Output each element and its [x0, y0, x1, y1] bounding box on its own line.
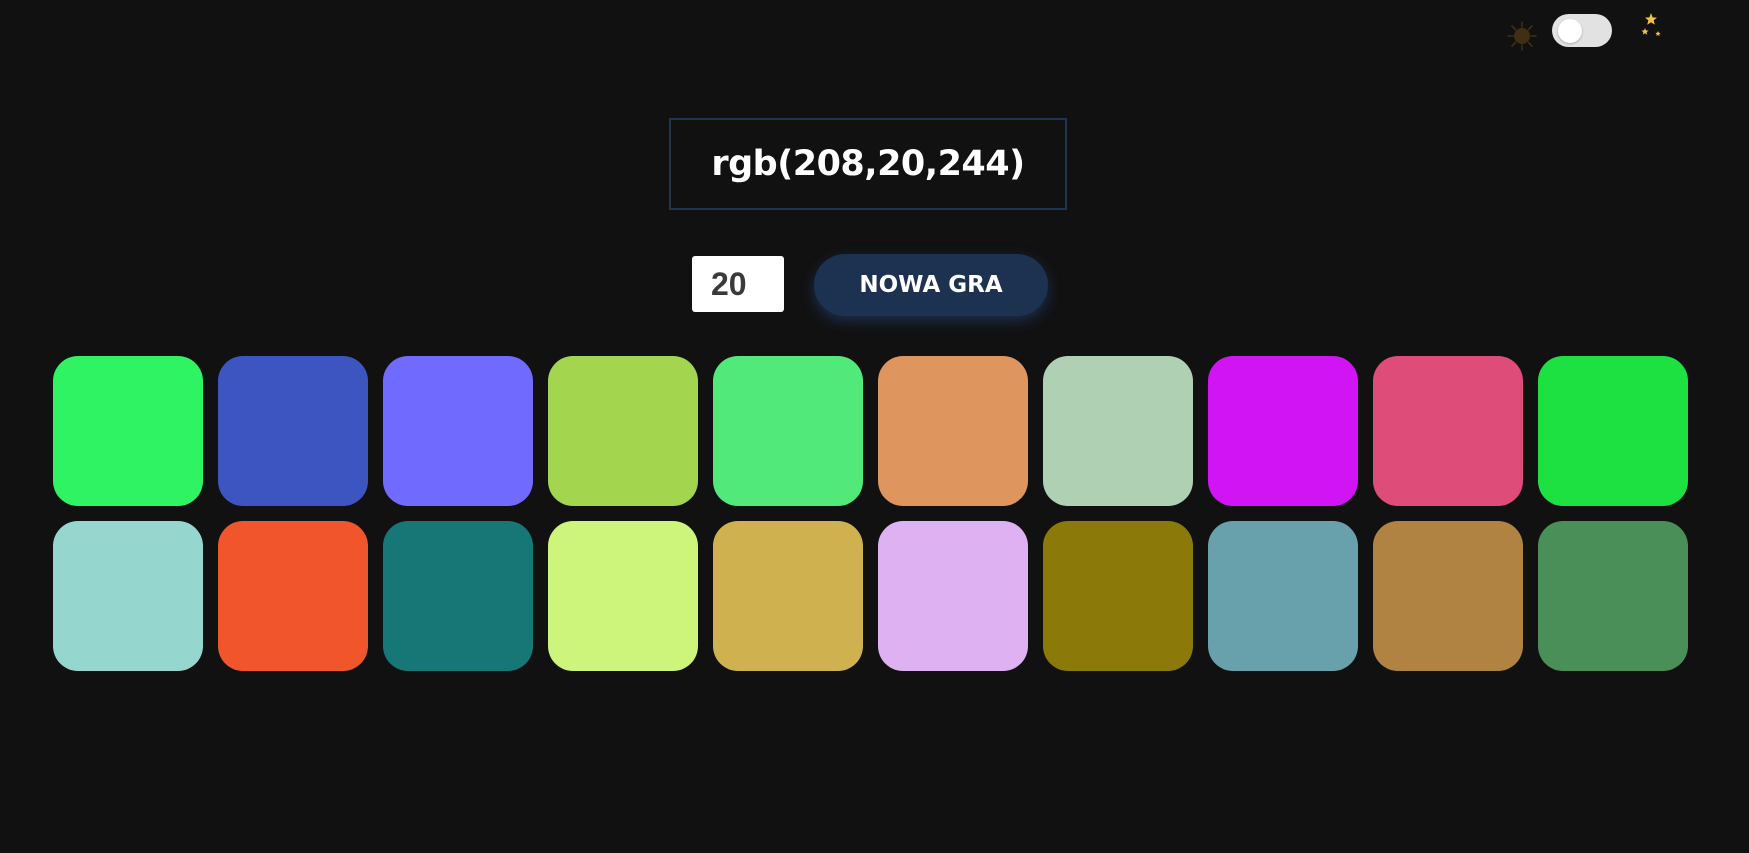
color-swatch-grid	[53, 356, 1688, 671]
color-swatch[interactable]	[878, 521, 1028, 671]
color-swatch[interactable]	[1208, 521, 1358, 671]
color-swatch[interactable]	[713, 356, 863, 506]
moon-stars-icon	[1624, 11, 1664, 53]
color-swatch[interactable]	[548, 521, 698, 671]
target-color-display: rgb(208,20,244)	[669, 118, 1067, 210]
color-swatch[interactable]	[1538, 356, 1688, 506]
color-swatch[interactable]	[548, 356, 698, 506]
new-game-button[interactable]: NOWA GRA	[814, 254, 1048, 316]
tile-count-input[interactable]	[692, 256, 784, 312]
color-swatch[interactable]	[218, 356, 368, 506]
color-swatch[interactable]	[1373, 356, 1523, 506]
color-swatch[interactable]	[383, 521, 533, 671]
color-swatch[interactable]	[878, 356, 1028, 506]
color-swatch[interactable]	[1373, 521, 1523, 671]
color-swatch[interactable]	[53, 356, 203, 506]
color-swatch[interactable]	[218, 521, 368, 671]
color-swatch[interactable]	[1043, 356, 1193, 506]
color-swatch[interactable]	[383, 356, 533, 506]
toggle-knob[interactable]	[1558, 19, 1582, 43]
color-swatch[interactable]	[713, 521, 863, 671]
theme-switch	[1500, 10, 1670, 54]
sun-icon	[1507, 21, 1537, 51]
color-game-page: rgb(208,20,244) NOWA GRA	[0, 0, 1749, 853]
color-swatch[interactable]	[1043, 521, 1193, 671]
color-swatch[interactable]	[1208, 356, 1358, 506]
target-color-text: rgb(208,20,244)	[711, 144, 1025, 184]
color-swatch[interactable]	[1538, 521, 1688, 671]
color-swatch[interactable]	[53, 521, 203, 671]
theme-toggle[interactable]	[1552, 14, 1612, 47]
